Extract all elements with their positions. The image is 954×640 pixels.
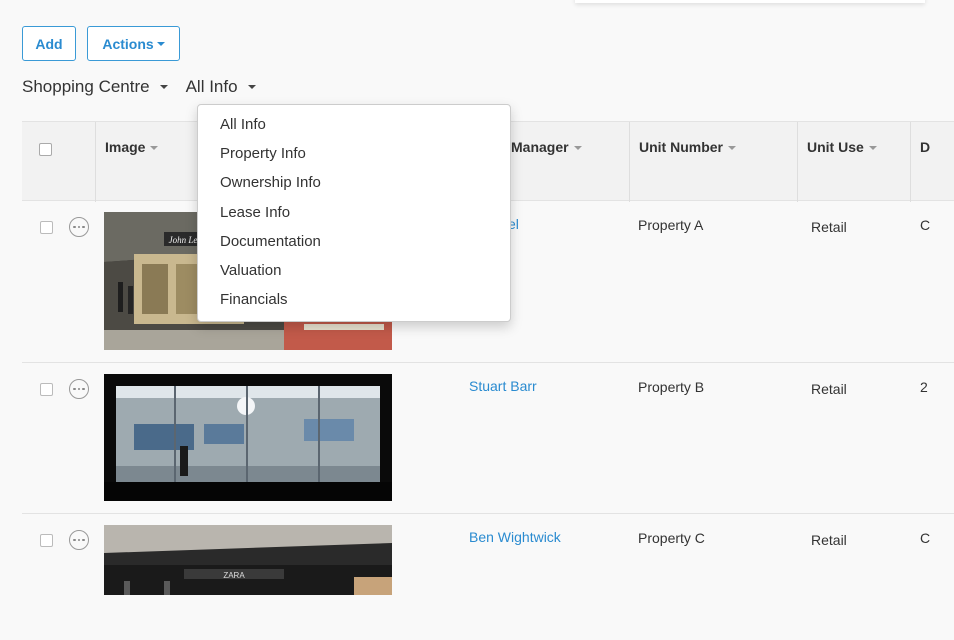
menu-item-valuation[interactable]: Valuation xyxy=(198,256,510,285)
add-button[interactable]: Add xyxy=(22,26,76,61)
top-panel-edge xyxy=(575,0,925,3)
select-all-header xyxy=(22,122,96,202)
sort-icon xyxy=(150,146,159,151)
table-row[interactable]: Stuart Barr Property B Retail 2 xyxy=(22,363,954,514)
more-options-icon[interactable] xyxy=(69,530,89,550)
column-header-label: Unit Use xyxy=(807,139,864,155)
chevron-down-icon xyxy=(159,85,168,89)
menu-item-documentation[interactable]: Documentation xyxy=(198,227,510,256)
unit-number-cell: Property A xyxy=(638,217,704,233)
view-dropdown-menu: All Info Property Info Ownership Info Le… xyxy=(197,104,511,322)
view-filter-label: All Info xyxy=(185,77,238,96)
sort-icon xyxy=(728,146,736,151)
menu-item-lease-info[interactable]: Lease Info xyxy=(198,198,510,227)
manager-link[interactable]: Ben Wightwick xyxy=(469,529,561,545)
column-header-label: Manager xyxy=(511,139,569,155)
row-checkbox[interactable] xyxy=(40,383,53,396)
filter-bar: Shopping Centre All Info xyxy=(22,77,256,97)
unit-use-cell: Retail xyxy=(811,532,847,548)
more-options-icon[interactable] xyxy=(69,379,89,399)
toolbar: Add Actions xyxy=(22,26,180,61)
unit-number-cell: Property B xyxy=(638,379,705,395)
column-header-label: Image xyxy=(105,139,146,155)
store-sign-text: ZARA xyxy=(223,571,245,580)
menu-item-all-info[interactable]: All Info xyxy=(198,110,510,139)
view-filter[interactable]: All Info xyxy=(186,77,256,97)
column-header-d[interactable]: D xyxy=(911,122,954,202)
unit-image: ZARA xyxy=(104,525,392,595)
row-checkbox[interactable] xyxy=(40,221,53,234)
chevron-down-icon xyxy=(156,41,165,46)
extra-cell: C xyxy=(920,530,931,546)
column-header-unit-number[interactable]: Unit Number xyxy=(630,122,798,202)
menu-item-financials[interactable]: Financials xyxy=(198,285,510,314)
extra-cell: 2 xyxy=(920,379,928,395)
unit-number-cell: Property C xyxy=(638,530,705,546)
table-row[interactable]: ZARA Ben Wightwick Property C Retail C xyxy=(22,514,954,604)
actions-button-label: Actions xyxy=(102,35,154,52)
column-header-label: D xyxy=(920,139,931,155)
unit-image xyxy=(104,374,392,501)
actions-button[interactable]: Actions xyxy=(87,26,180,61)
sort-icon xyxy=(573,146,582,151)
menu-item-property-info[interactable]: Property Info xyxy=(198,139,510,168)
more-options-icon[interactable] xyxy=(69,217,89,237)
chevron-down-icon xyxy=(247,85,256,89)
column-header-label: Unit Number xyxy=(639,139,723,155)
select-all-checkbox[interactable] xyxy=(39,143,52,156)
extra-cell: C xyxy=(920,217,931,233)
add-button-label: Add xyxy=(35,35,63,52)
shopping-centre-filter-label: Shopping Centre xyxy=(22,77,150,96)
unit-use-cell: Retail xyxy=(811,381,847,397)
row-checkbox[interactable] xyxy=(40,534,53,547)
column-header-unit-use[interactable]: Unit Use xyxy=(798,122,911,202)
manager-link[interactable]: Stuart Barr xyxy=(469,378,537,394)
menu-item-ownership-info[interactable]: Ownership Info xyxy=(198,168,510,197)
unit-use-cell: Retail xyxy=(811,219,847,235)
shopping-centre-filter[interactable]: Shopping Centre xyxy=(22,77,168,97)
sort-icon xyxy=(868,146,877,151)
